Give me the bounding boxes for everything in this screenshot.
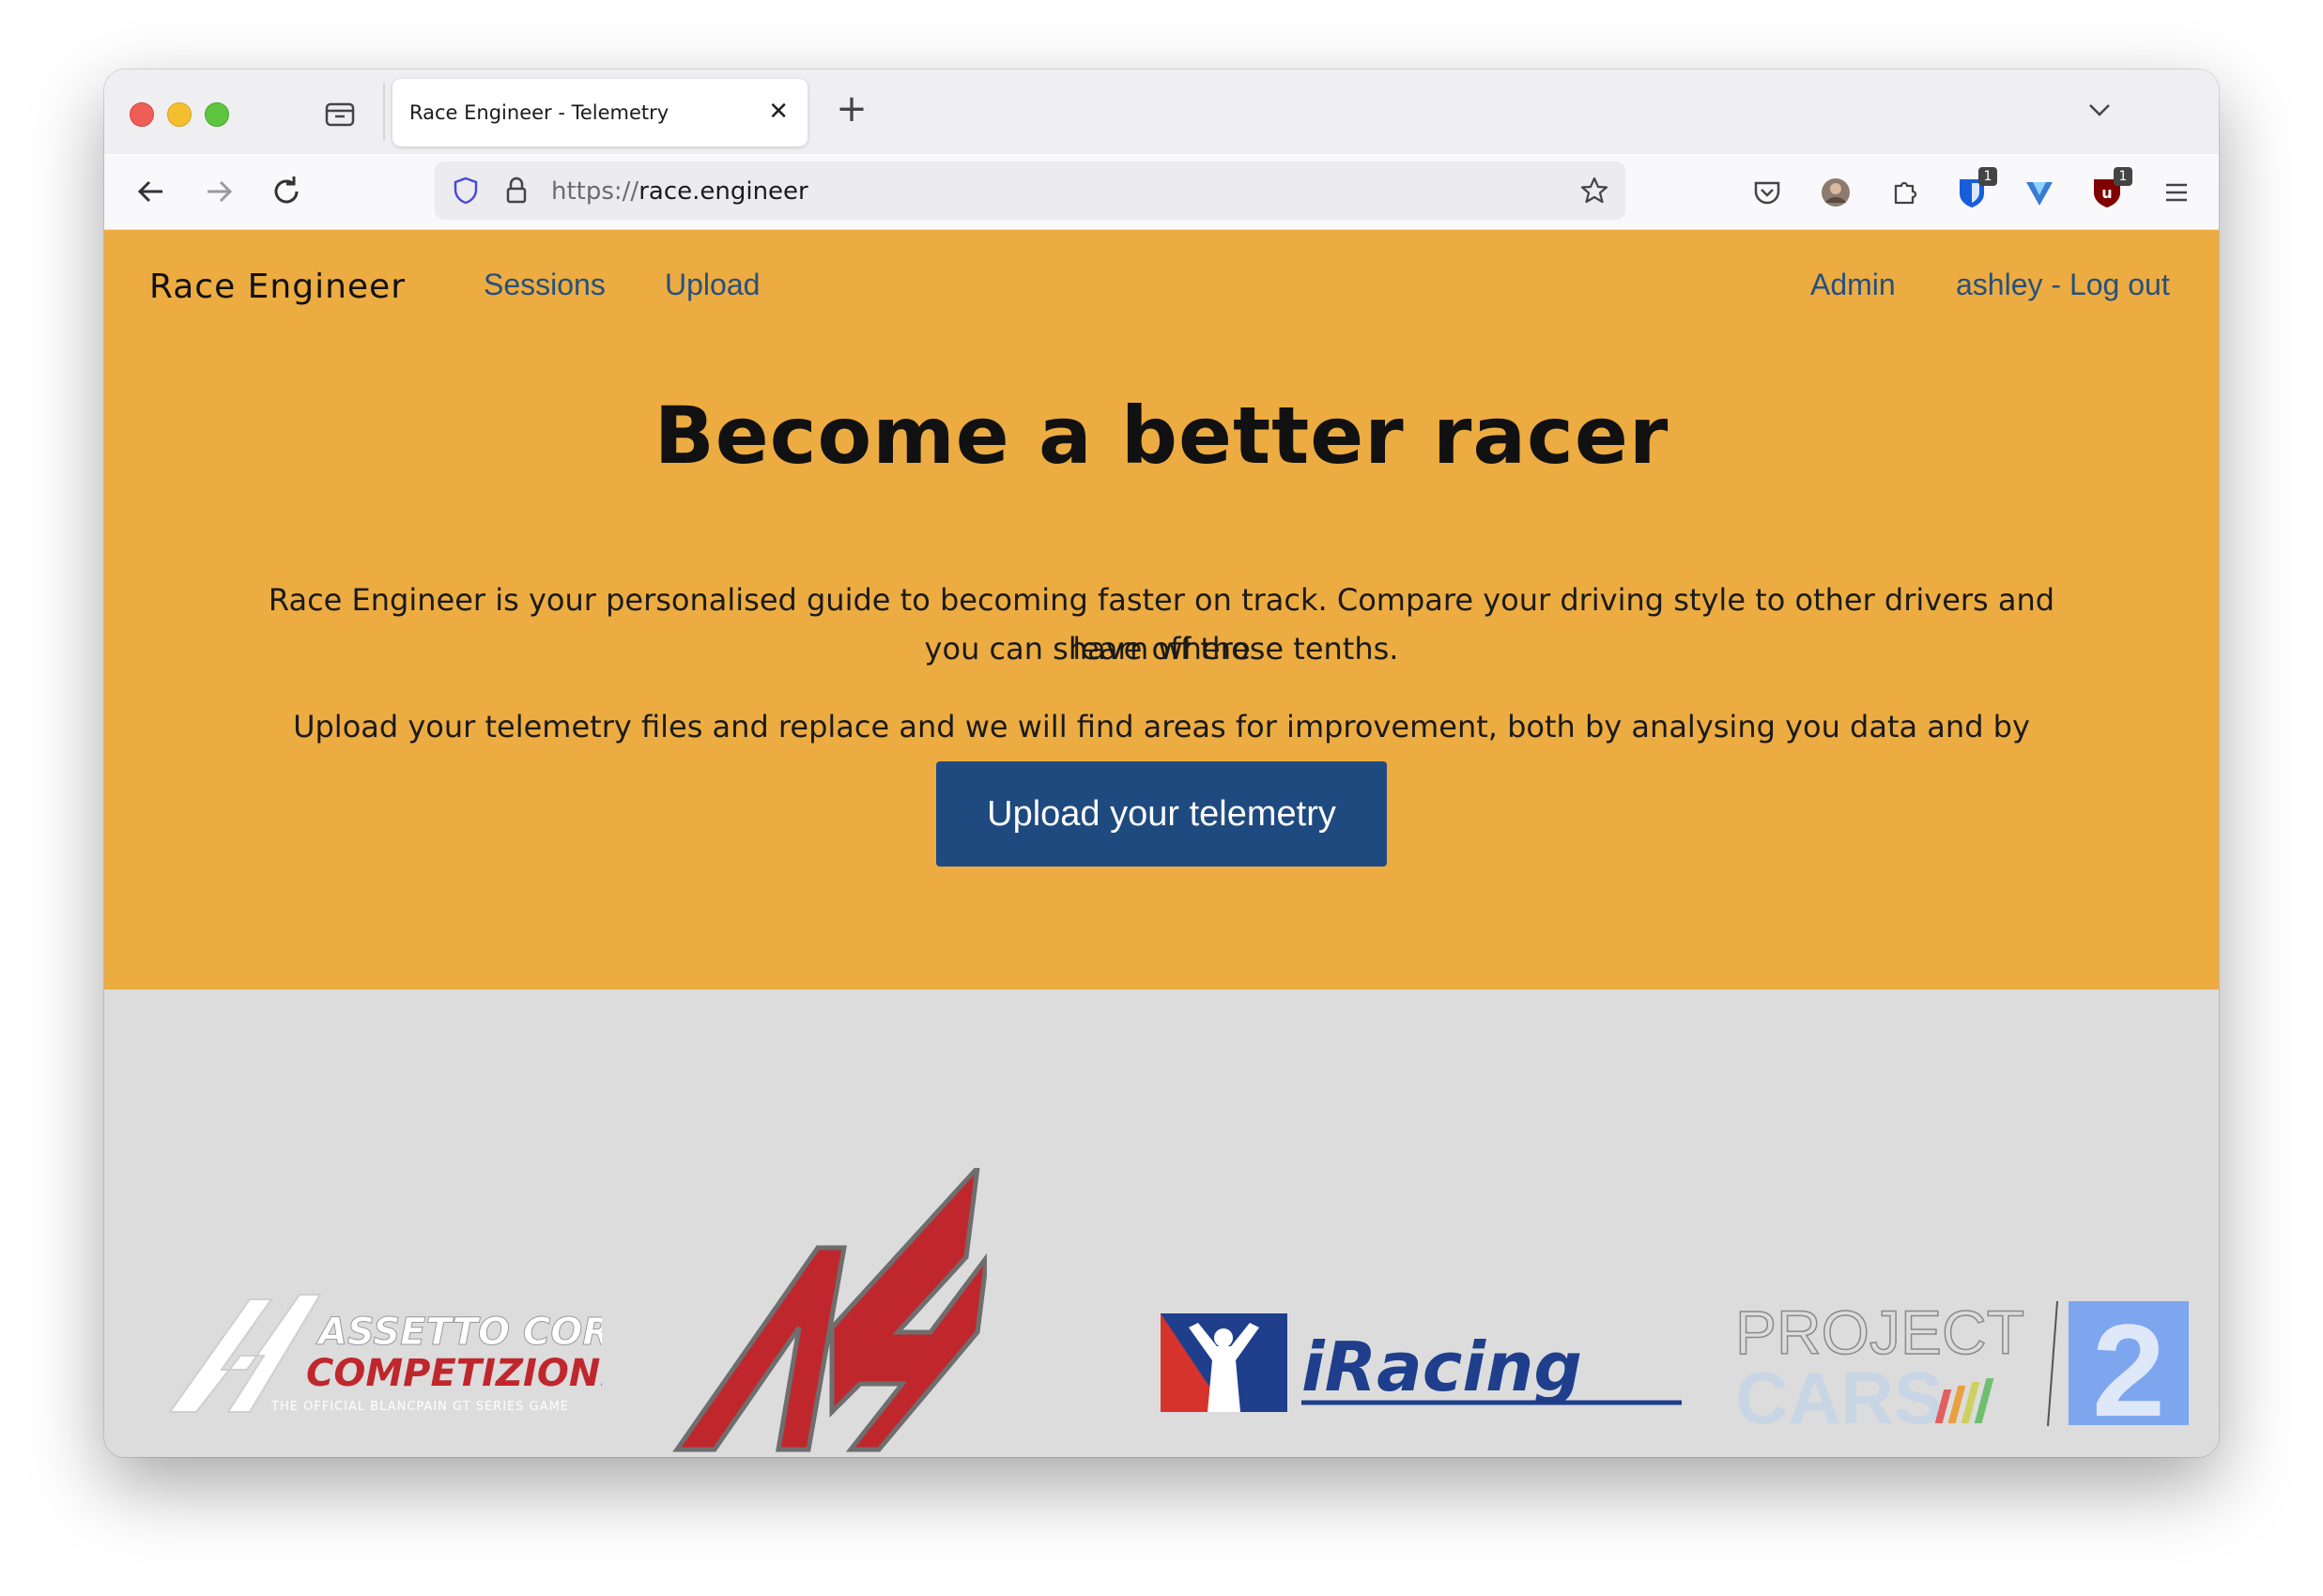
assetto-corsa-logo (672, 1168, 987, 1452)
pcars-number: 2 (2092, 1299, 2165, 1431)
project-cars-2-logo: PROJECT CARS 2 (1734, 1299, 2189, 1431)
acc-title-line-2: COMPETIZIONE (306, 1352, 602, 1395)
acc-title-line-1: ASSETTO CORSA (315, 1311, 602, 1354)
window-close-button[interactable] (130, 102, 154, 127)
assetto-corsa-competizione-logo: ASSETTO CORSA COMPETIZIONE THE OFFICIAL … (168, 1294, 602, 1414)
tracking-protection-shield-icon[interactable] (450, 175, 482, 207)
tab-separator (383, 83, 385, 141)
menu-hamburger-icon[interactable] (2159, 175, 2194, 210)
reload-icon[interactable] (268, 173, 305, 210)
window-minimize-button[interactable] (167, 102, 192, 127)
hero-intro-line-2: you can shave off those tenths. (924, 631, 1399, 667)
extension-badge: 1 (1978, 167, 1997, 186)
acc-tagline: THE OFFICIAL BLANCPAIN GT SERIES GAME (270, 1400, 569, 1414)
nav-link-logout[interactable]: ashley - Log out (1956, 268, 2170, 302)
vpn-extension-icon[interactable] (2022, 175, 2057, 210)
account-avatar-icon[interactable] (1818, 175, 1854, 210)
bitwarden-extension-icon[interactable]: 1 (1954, 167, 1997, 210)
pocket-icon[interactable] (1749, 175, 1785, 210)
extension-badge: 1 (2114, 167, 2132, 186)
lock-icon[interactable] (500, 175, 532, 207)
svg-text:u: u (2101, 184, 2112, 202)
tab-overview-icon[interactable] (324, 98, 356, 130)
nav-link-admin[interactable]: Admin (1810, 268, 1896, 302)
back-icon[interactable] (132, 173, 170, 210)
title-bar: Race Engineer - Telemetry ✕ + (104, 69, 2219, 154)
new-tab-button[interactable]: + (833, 90, 870, 128)
tab-title: Race Engineer - Telemetry (409, 101, 669, 124)
hero-section: Race Engineer Sessions Upload Admin ashl… (104, 230, 2219, 990)
site-brand-link[interactable]: Race Engineer (149, 268, 406, 306)
iracing-wordmark: iRacing (1301, 1327, 1582, 1406)
game-logos-strip: ASSETTO CORSA COMPETIZIONE THE OFFICIAL … (104, 990, 2219, 1457)
active-tab[interactable]: Race Engineer - Telemetry ✕ (392, 79, 808, 146)
upload-telemetry-button[interactable]: Upload your telemetry (936, 761, 1387, 867)
window-maximize-button[interactable] (205, 102, 229, 127)
hero-title: Become a better racer (654, 390, 1669, 482)
iracing-logo: iRacing (1161, 1313, 1682, 1412)
pcars-cars-text: CARS (1735, 1357, 1943, 1431)
chevron-down-icon[interactable] (2084, 94, 2115, 126)
browser-toolbar: https://race.engineer 1 u 1 (104, 154, 2219, 230)
forward-icon[interactable] (200, 173, 238, 210)
extensions-puzzle-icon[interactable] (1886, 175, 1922, 210)
url-text[interactable]: https://race.engineer (551, 177, 808, 206)
address-bar[interactable]: https://race.engineer (435, 161, 1625, 220)
nav-link-upload[interactable]: Upload (665, 268, 760, 302)
web-page: Race Engineer Sessions Upload Admin ashl… (104, 230, 2219, 1457)
nav-link-sessions[interactable]: Sessions (484, 268, 606, 302)
tab-close-icon[interactable]: ✕ (768, 100, 789, 124)
bookmark-star-icon[interactable] (1578, 175, 1610, 207)
browser-window: Race Engineer - Telemetry ✕ + https://ra… (104, 69, 2219, 1457)
ublock-origin-icon[interactable]: u 1 (2089, 167, 2132, 210)
